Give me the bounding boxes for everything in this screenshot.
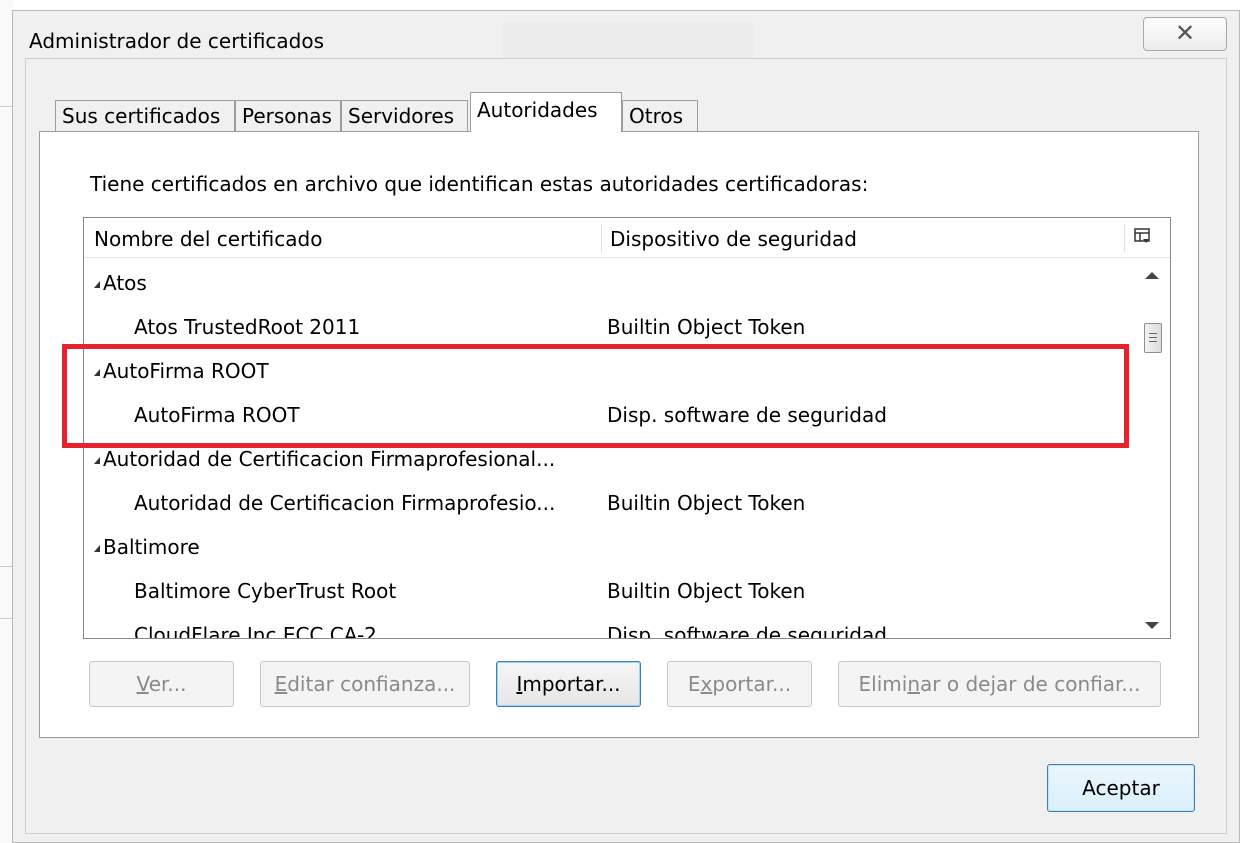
import-button[interactable]: Importar... xyxy=(496,661,641,707)
panel-description: Tiene certificados en archivo que identi… xyxy=(90,172,869,196)
tree-item-row[interactable]: CloudFlare Inc ECC CA-2 Disp. software d… xyxy=(84,613,1124,638)
ok-button[interactable]: Aceptar xyxy=(1047,764,1195,812)
tree-item-row[interactable]: Autoridad de Certificacion Firmaprofesio… xyxy=(84,481,1124,525)
dialog-title: Administrador de certificados xyxy=(29,29,325,53)
expand-triangle-icon[interactable] xyxy=(94,369,100,376)
tree-item-row[interactable]: Baltimore CyberTrust Root Builtin Object… xyxy=(84,569,1124,613)
certificate-tree[interactable]: Nombre del certificado Dispositivo de se… xyxy=(83,217,1171,639)
tab-personas[interactable]: Personas xyxy=(235,100,341,132)
tab-sus-certificados[interactable]: Sus certificados xyxy=(55,100,235,132)
column-picker-icon[interactable] xyxy=(1134,228,1150,244)
expand-triangle-icon[interactable] xyxy=(94,457,100,464)
scrollbar-thumb[interactable] xyxy=(1144,323,1162,353)
tree-group-row[interactable]: Baltimore xyxy=(84,525,1124,569)
scroll-down-arrow-icon[interactable] xyxy=(1145,622,1159,629)
tree-item-row[interactable]: Atos TrustedRoot 2011 Builtin Object Tok… xyxy=(84,305,1124,349)
close-button[interactable]: ✕ xyxy=(1143,17,1227,51)
view-button[interactable]: Ver... xyxy=(89,661,234,707)
tree-group-row[interactable]: Autoridad de Certificacion Firmaprofesio… xyxy=(84,437,1124,481)
tab-autoridades[interactable]: Autoridades xyxy=(470,92,622,132)
expand-triangle-icon[interactable] xyxy=(94,281,100,288)
column-separator[interactable] xyxy=(1124,224,1125,252)
scroll-up-arrow-icon[interactable] xyxy=(1145,272,1159,279)
vertical-scrollbar[interactable] xyxy=(1136,258,1170,638)
export-button[interactable]: Exportar... xyxy=(667,661,812,707)
background-title-ghost xyxy=(503,23,753,63)
tree-group-row[interactable]: AutoFirma ROOT xyxy=(84,349,1124,393)
column-separator[interactable] xyxy=(601,224,602,252)
column-header-device[interactable]: Dispositivo de seguridad xyxy=(610,227,857,251)
column-header-name[interactable]: Nombre del certificado xyxy=(94,227,322,251)
tree-header: Nombre del certificado Dispositivo de se… xyxy=(84,218,1170,258)
tab-servidores[interactable]: Servidores xyxy=(341,100,468,132)
edit-trust-button[interactable]: Editar confianza... xyxy=(260,661,470,707)
tree-item-row[interactable]: AutoFirma ROOT Disp. software de segurid… xyxy=(84,393,1124,437)
tab-otros[interactable]: Otros xyxy=(622,100,698,132)
close-icon: ✕ xyxy=(1174,19,1196,47)
expand-triangle-icon[interactable] xyxy=(94,545,100,552)
tree-group-row[interactable]: Atos xyxy=(84,261,1124,305)
delete-or-distrust-button[interactable]: Eliminar o dejar de confiar... xyxy=(838,661,1161,707)
